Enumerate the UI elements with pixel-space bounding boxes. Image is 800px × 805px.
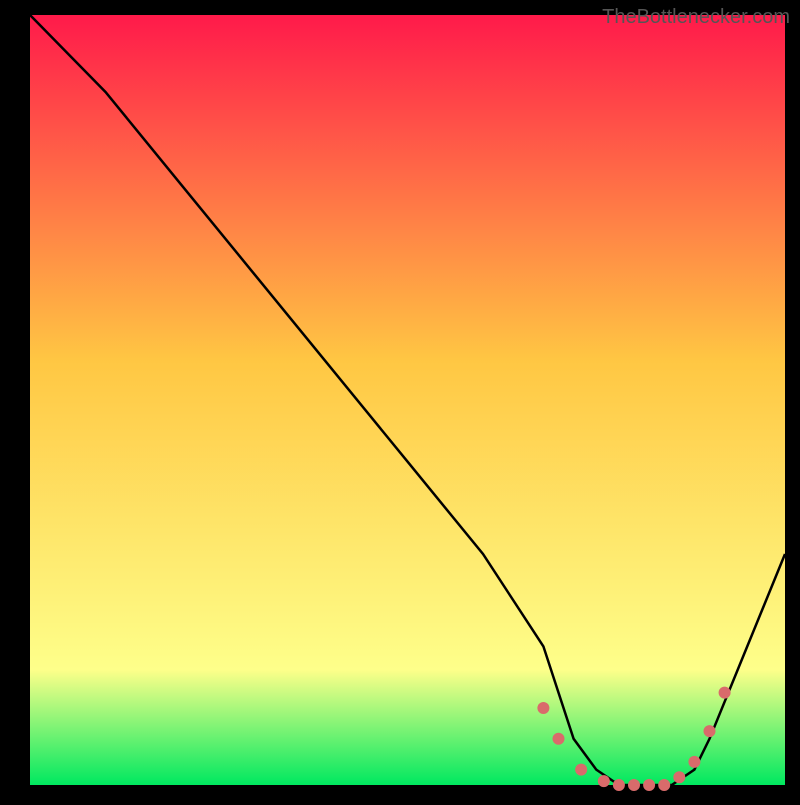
marker-dot <box>719 687 731 699</box>
marker-dot <box>704 725 716 737</box>
marker-dot <box>673 771 685 783</box>
marker-dot <box>688 756 700 768</box>
chart-svg <box>0 0 800 800</box>
marker-dot <box>643 779 655 791</box>
plot-background <box>30 15 785 785</box>
chart-container <box>0 0 800 800</box>
marker-dot <box>613 779 625 791</box>
watermark-text: TheBottlenecker.com <box>602 6 790 29</box>
marker-dot <box>628 779 640 791</box>
marker-dot <box>553 733 565 745</box>
marker-dot <box>575 764 587 776</box>
marker-dot <box>598 775 610 787</box>
marker-dot <box>537 702 549 714</box>
marker-dot <box>658 779 670 791</box>
